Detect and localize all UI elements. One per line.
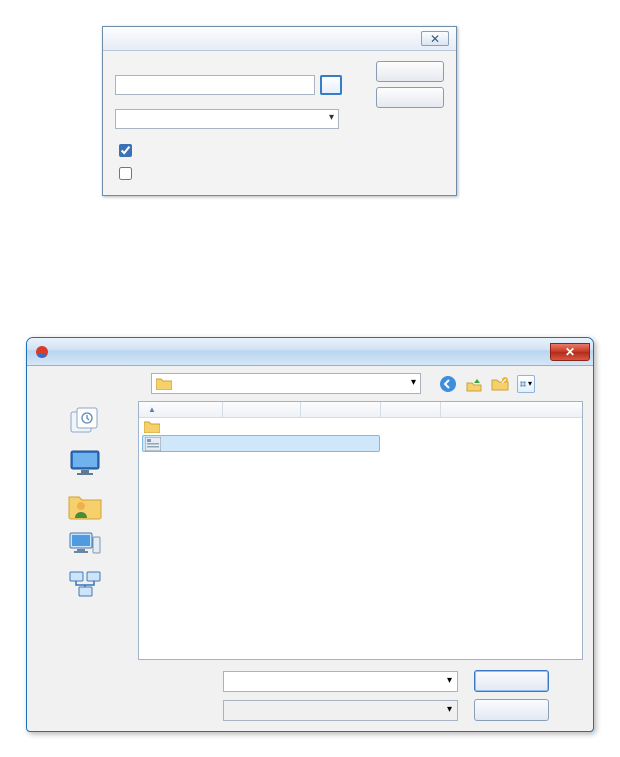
cancel-button[interactable] (376, 87, 444, 108)
selectfile-dialog: ✕ (26, 337, 594, 732)
network-icon (67, 570, 103, 602)
folder-icon (156, 377, 172, 390)
user-folder-icon (67, 488, 103, 520)
chevron-down-icon: ▾ (528, 379, 532, 388)
up-button[interactable] (465, 375, 483, 393)
list-rows[interactable] (139, 418, 582, 659)
places-bar (37, 401, 133, 660)
sort-asc-icon: ▲ (148, 405, 156, 414)
computer-icon (67, 529, 103, 561)
drivername-combo[interactable] (115, 109, 339, 129)
chk-convert-row[interactable] (115, 141, 444, 160)
col-size[interactable] (381, 402, 441, 417)
app-icon (34, 344, 50, 360)
wizard-titlebar[interactable]: ✕ (103, 27, 456, 51)
selectfile-titlebar[interactable]: ✕ (27, 338, 593, 366)
close-icon: ✕ (565, 345, 575, 359)
chk-multich-row[interactable] (115, 164, 444, 183)
lookin-combo[interactable] (151, 373, 421, 394)
chk-multich[interactable] (119, 167, 132, 180)
cancel-button[interactable] (474, 699, 549, 721)
wizard-body (103, 51, 456, 195)
folder-icon (144, 420, 160, 434)
list-item[interactable] (139, 418, 582, 435)
browse-button[interactable] (320, 75, 342, 95)
place-computer[interactable] (37, 526, 133, 565)
filetype-combo[interactable] (223, 700, 458, 721)
place-recent[interactable] (37, 403, 133, 442)
ok-button[interactable] (376, 61, 444, 82)
list-item[interactable] (142, 435, 380, 452)
newfolder-button[interactable] (491, 375, 509, 393)
wizard-dialog: ✕ (102, 26, 457, 196)
col-name[interactable]: ▲ (139, 402, 223, 417)
wizard-close-button[interactable]: ✕ (421, 31, 449, 46)
viewmenu-button[interactable]: ▾ (517, 375, 535, 393)
selectfile-close-button[interactable]: ✕ (550, 343, 590, 361)
back-button[interactable] (439, 375, 457, 393)
file-icon (145, 437, 161, 451)
list-header[interactable]: ▲ (139, 402, 582, 418)
filename-input[interactable] (223, 671, 458, 692)
place-network[interactable] (37, 567, 133, 606)
file-list-pane: ▲ (138, 401, 583, 660)
place-desktop[interactable] (37, 444, 133, 483)
open-button[interactable] (474, 670, 549, 692)
chk-convert[interactable] (119, 144, 132, 157)
desktop-icon (67, 447, 103, 479)
col-type[interactable] (301, 402, 381, 417)
place-user[interactable] (37, 485, 133, 524)
col-date[interactable] (223, 402, 301, 417)
fp-file-input[interactable] (115, 75, 315, 95)
close-icon: ✕ (430, 32, 440, 46)
recent-icon (67, 406, 103, 438)
